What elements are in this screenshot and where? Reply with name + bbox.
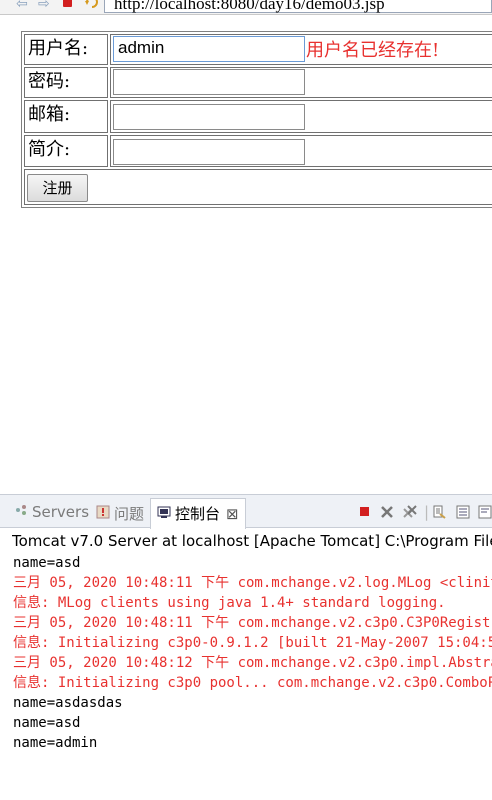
forward-arrow-icon[interactable]: ⇨ (38, 0, 50, 12)
email-label: 邮箱: (24, 100, 108, 133)
password-input[interactable] (113, 69, 305, 95)
email-input[interactable] (113, 104, 305, 130)
console-icon (157, 499, 171, 529)
url-field[interactable]: http://localhost:8080/day16/demo03.jsp (104, 0, 492, 13)
password-label: 密码: (24, 67, 108, 98)
terminate-icon[interactable] (358, 505, 371, 521)
stop-icon[interactable] (63, 0, 72, 7)
back-arrow-icon[interactable]: ⇦ (16, 0, 28, 12)
console-line: name=admin (13, 735, 98, 751)
url-text: http://localhost:8080/day16/demo03.jsp (114, 0, 385, 13)
servers-icon (14, 503, 28, 521)
tab-console-label: 控制台 (175, 505, 221, 523)
tab-console[interactable]: 控制台 ⊠ (150, 498, 246, 529)
clear-console-icon[interactable] (432, 505, 446, 522)
register-button[interactable]: 注册 (27, 174, 88, 202)
tab-problems-label: 问题 (114, 505, 145, 523)
remove-all-launches-icon[interactable] (402, 505, 418, 522)
console-line: 三月 05, 2020 10:48:11 下午 com.mchange.v2.c… (13, 615, 492, 631)
console-line: 三月 05, 2020 10:48:11 下午 com.mchange.v2.l… (13, 575, 492, 591)
console-line: 信息: Initializing c3p0-0.9.1.2 [built 21-… (13, 635, 492, 651)
submit-row (24, 169, 492, 205)
browser-toolbar: ⇦ ⇨ http://localhost:8080/day16/demo03.j… (0, 0, 492, 15)
username-error: 用户名已经存在! (306, 40, 440, 61)
scroll-lock-icon[interactable] (456, 505, 470, 522)
toolbar-divider: | (424, 503, 430, 521)
console-line: 三月 05, 2020 10:48:12 下午 com.mchange.v2.c… (13, 655, 492, 671)
tab-close-icon[interactable]: ⊠ (226, 499, 239, 529)
console-line: name=asd (13, 555, 81, 571)
tab-servers[interactable]: Servers (14, 503, 89, 521)
console-tab-bar: Servers 问题 控制台 ⊠ | (0, 494, 492, 529)
tab-servers-label: Servers (32, 503, 90, 521)
refresh-icon[interactable] (85, 0, 99, 9)
username-label: 用户名: (24, 34, 108, 65)
console-line: 信息: MLog clients using java 1.4+ standar… (13, 595, 446, 611)
console-line: 信息: Initializing c3p0 pool... com.mchang… (13, 675, 492, 691)
intro-input[interactable] (113, 139, 305, 165)
console-title: Tomcat v7.0 Server at localhost [Apache … (12, 532, 492, 550)
intro-label: 简介: (24, 135, 108, 167)
tab-problems[interactable]: 问题 (96, 503, 144, 524)
console-line: name=asd (13, 715, 81, 731)
console-output: name=asd 三月 05, 2020 10:48:11 下午 com.mcha… (13, 553, 492, 753)
remove-launch-icon[interactable] (380, 505, 394, 522)
problems-icon (96, 505, 110, 523)
username-input[interactable]: admin (113, 36, 305, 62)
console-line: name=asdasdas (13, 695, 123, 711)
pin-console-icon[interactable] (478, 505, 492, 522)
